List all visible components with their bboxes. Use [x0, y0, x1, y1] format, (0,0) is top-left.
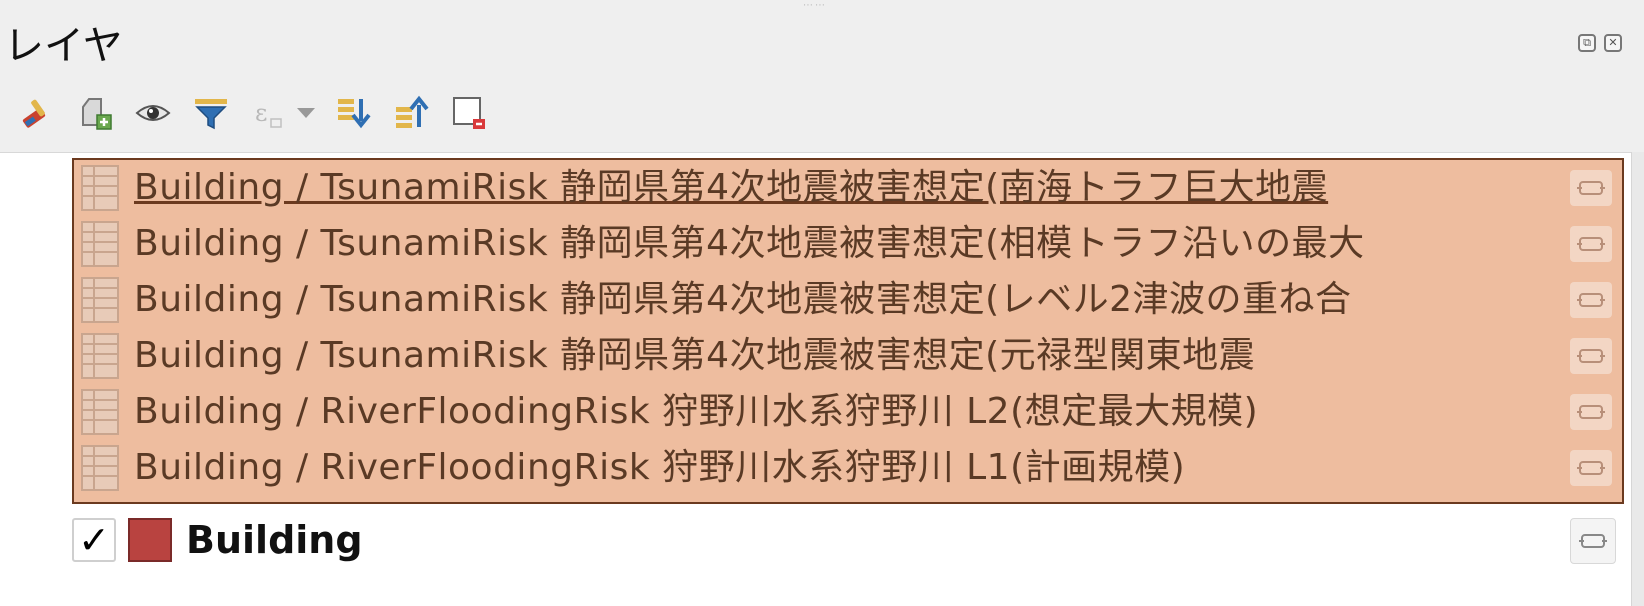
table-layer-icon [81, 333, 119, 379]
table-layer-icon [81, 445, 119, 491]
layer-visibility-checkbox[interactable]: ✓ [72, 518, 116, 562]
panel-drag-grip[interactable]: ⋯⋯ [800, 1, 830, 11]
layer-label: Building / RiverFloodingRisk 狩野川水系狩野川 L2… [134, 391, 1259, 432]
layer-item-building[interactable]: ✓ Building [72, 512, 1632, 568]
layer-style-icon[interactable] [1570, 450, 1612, 486]
layer-style-icon[interactable] [1570, 170, 1612, 206]
table-layer-icon [81, 277, 119, 323]
svg-text:ε: ε [255, 99, 267, 127]
layer-label: Building / TsunamiRisk 静岡県第4次地震被害想定(南海トラ… [134, 167, 1329, 208]
layer-label: Building / TsunamiRisk 静岡県第4次地震被害想定(レベル2… [134, 279, 1352, 320]
chevron-down-icon[interactable] [294, 90, 318, 136]
layer-label: Building / RiverFloodingRisk 狩野川水系狩野川 L1… [134, 447, 1186, 488]
filter-expression-icon[interactable]: ε [246, 90, 292, 136]
layer-style-icon[interactable] [1570, 282, 1612, 318]
layers-toolbar: ε [14, 86, 492, 140]
panel-title-buttons: ⧉ ✕ [1578, 34, 1622, 52]
panel-title: レイヤ [4, 23, 123, 69]
layer-item[interactable]: Building / RiverFloodingRisk 狩野川水系狩野川 L1… [74, 440, 1622, 496]
table-layer-icon [81, 165, 119, 211]
layer-style-icon[interactable] [1570, 394, 1612, 430]
visibility-eye-icon[interactable] [130, 90, 176, 136]
filter-legend-icon[interactable] [188, 90, 234, 136]
layer-style-icon[interactable] [1570, 338, 1612, 374]
close-icon[interactable]: ✕ [1604, 34, 1622, 52]
vertical-scrollbar[interactable] [1631, 152, 1644, 606]
layer-item[interactable]: Building / TsunamiRisk 静岡県第4次地震被害想定(レベル2… [74, 272, 1622, 328]
layer-label: Building / TsunamiRisk 静岡県第4次地震被害想定(元禄型関… [134, 335, 1256, 376]
layer-item[interactable]: Building / TsunamiRisk 静岡県第4次地震被害想定(相模トラ… [74, 216, 1622, 272]
float-icon[interactable]: ⧉ [1578, 34, 1596, 52]
layer-item[interactable]: Building / RiverFloodingRisk 狩野川水系狩野川 L2… [74, 384, 1622, 440]
table-layer-icon [81, 221, 119, 267]
remove-layer-icon[interactable] [446, 90, 492, 136]
symbol-swatch [128, 518, 172, 562]
layer-label: Building [186, 518, 363, 562]
layer-item[interactable]: Building / TsunamiRisk 静岡県第4次地震被害想定(元禄型関… [74, 328, 1622, 384]
layer-style-icon[interactable] [1570, 518, 1616, 564]
layer-item[interactable]: Building / TsunamiRisk 静岡県第4次地震被害想定(南海トラ… [74, 160, 1622, 216]
add-group-icon[interactable] [72, 90, 118, 136]
layers-panel: ⋯⋯ レイヤ ⧉ ✕ ε Building / TsunamiRisk 静岡県第… [0, 0, 1644, 606]
collapse-all-icon[interactable] [388, 90, 434, 136]
style-brush-icon[interactable] [14, 90, 60, 136]
layer-label: Building / TsunamiRisk 静岡県第4次地震被害想定(相模トラ… [134, 223, 1365, 264]
table-layer-icon [81, 389, 119, 435]
expand-all-icon[interactable] [330, 90, 376, 136]
layer-style-icon[interactable] [1570, 226, 1612, 262]
selected-layers-group: Building / TsunamiRisk 静岡県第4次地震被害想定(南海トラ… [72, 158, 1624, 504]
